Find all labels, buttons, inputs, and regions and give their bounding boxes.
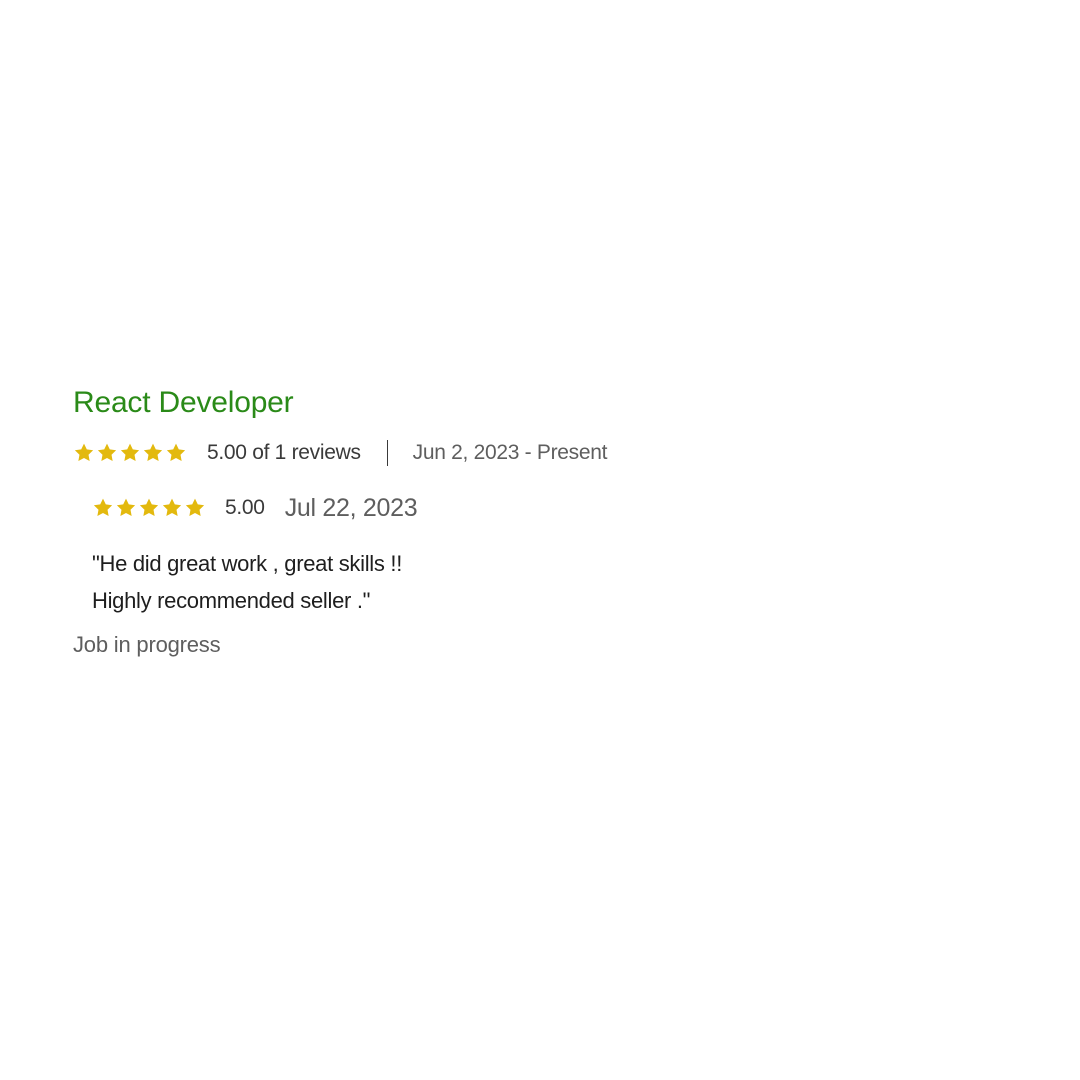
job-history-card: React Developer 5.00 of 1 reviews Jun 2,… (73, 384, 973, 658)
review-score: 5.00 (225, 496, 265, 519)
star-icon (184, 497, 206, 519)
star-icon (161, 497, 183, 519)
star-icon (119, 442, 141, 464)
job-date-range: Jun 2, 2023 - Present (412, 441, 608, 464)
job-rating-stars (73, 442, 187, 464)
star-icon (138, 497, 160, 519)
star-icon (142, 442, 164, 464)
job-summary-row: 5.00 of 1 reviews Jun 2, 2023 - Present (73, 439, 973, 467)
job-title[interactable]: React Developer (73, 384, 294, 422)
summary-divider (386, 440, 388, 466)
star-icon (92, 497, 114, 519)
review-rating-stars (92, 497, 206, 519)
review-item: 5.00 Jul 22, 2023 "He did great work , g… (92, 493, 973, 619)
rating-summary: 5.00 of 1 reviews (207, 441, 361, 464)
star-icon (96, 442, 118, 464)
star-icon (165, 442, 187, 464)
job-status: Job in progress (73, 632, 221, 657)
review-text-line: Highly recommended seller ." (92, 588, 371, 613)
star-icon (73, 442, 95, 464)
review-header: 5.00 Jul 22, 2023 (92, 493, 973, 523)
review-date: Jul 22, 2023 (284, 493, 418, 522)
star-icon (115, 497, 137, 519)
review-text-line: "He did great work , great skills !! (92, 551, 403, 576)
review-text: "He did great work , great skills !! Hig… (92, 545, 973, 619)
